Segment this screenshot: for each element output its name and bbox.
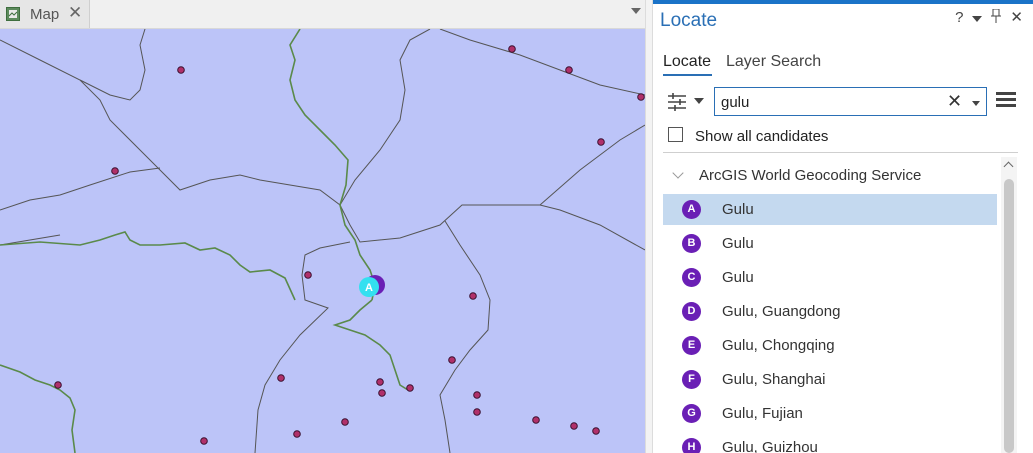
result-label: Gulu: [722, 235, 754, 252]
search-history-chevron-icon[interactable]: [972, 101, 980, 106]
result-marker-icon: B: [682, 234, 701, 253]
pane-accent-bar: [653, 0, 1033, 4]
result-marker-icon: G: [682, 404, 701, 423]
result-row[interactable]: F Gulu, Shanghai: [663, 364, 997, 395]
point-feature[interactable]: [448, 356, 456, 364]
sliders-icon[interactable]: [667, 92, 687, 112]
tab-layer-search[interactable]: Layer Search: [726, 53, 821, 71]
group-header[interactable]: ArcGIS World Geocoding Service: [663, 166, 999, 186]
tab-locate[interactable]: Locate: [663, 53, 711, 71]
result-row[interactable]: B Gulu: [663, 228, 997, 259]
point-feature[interactable]: [637, 93, 645, 101]
result-label: Gulu: [722, 269, 754, 286]
tab-overflow-chevron-icon[interactable]: [631, 8, 641, 14]
result-row[interactable]: H Gulu, Guizhou: [663, 432, 997, 453]
result-label: Gulu, Shanghai: [722, 371, 826, 388]
point-feature[interactable]: [293, 430, 301, 438]
point-feature[interactable]: [378, 389, 386, 397]
search-box: ✕: [714, 87, 987, 116]
point-feature[interactable]: [406, 384, 414, 392]
results-scrollbar[interactable]: [1001, 157, 1017, 453]
divider: [663, 152, 1018, 153]
pane-controls: ? ✕: [955, 8, 1023, 28]
pin-icon[interactable]: [991, 8, 1002, 28]
point-feature[interactable]: [111, 167, 119, 175]
result-row[interactable]: A Gulu: [663, 194, 997, 225]
point-feature[interactable]: [469, 292, 477, 300]
result-marker-icon: E: [682, 336, 701, 355]
point-feature[interactable]: [177, 66, 185, 74]
active-tab-underline: [663, 74, 712, 76]
result-label: Gulu, Guizhou: [722, 439, 818, 453]
result-row[interactable]: C Gulu: [663, 262, 997, 293]
point-feature[interactable]: [200, 437, 208, 445]
result-row[interactable]: G Gulu, Fujian: [663, 398, 997, 429]
point-feature[interactable]: [277, 374, 285, 382]
result-label: Gulu, Chongqing: [722, 337, 835, 354]
clear-search-icon[interactable]: ✕: [947, 91, 962, 112]
map-tab-label: Map: [30, 6, 60, 23]
close-icon[interactable]: ✕: [1010, 8, 1023, 28]
result-row[interactable]: D Gulu, Guangdong: [663, 296, 997, 327]
group-label: ArcGIS World Geocoding Service: [699, 167, 922, 184]
result-marker-icon: F: [682, 370, 701, 389]
chevron-down-icon[interactable]: [672, 167, 684, 179]
result-marker-icon: C: [682, 268, 701, 287]
result-label: Gulu, Fujian: [722, 405, 803, 422]
show-all-candidates-label: Show all candidates: [695, 128, 829, 145]
results-list: ArcGIS World Geocoding Service A Gulu B Gul…: [663, 157, 999, 453]
options-dropdown-chevron-icon[interactable]: [694, 98, 704, 104]
pane-title: Locate: [660, 10, 718, 31]
result-marker-icon: A: [682, 200, 701, 219]
search-input[interactable]: [721, 92, 941, 112]
point-feature[interactable]: [565, 66, 573, 74]
locate-pane: Locate ? ✕ Locate Layer Search ✕ Show al…: [653, 0, 1033, 453]
point-feature[interactable]: [376, 378, 384, 386]
pane-options-chevron-icon[interactable]: [972, 8, 983, 28]
map-tab[interactable]: Map ✕: [0, 0, 90, 28]
show-all-candidates-checkbox[interactable]: [668, 127, 683, 142]
result-label: Gulu, Guangdong: [722, 303, 841, 320]
scroll-up-chevron-icon[interactable]: [1003, 161, 1014, 172]
scrollbar-thumb[interactable]: [1004, 179, 1014, 453]
point-feature[interactable]: [570, 422, 578, 430]
point-feature[interactable]: [597, 138, 605, 146]
point-feature[interactable]: [473, 408, 481, 416]
hamburger-menu-icon[interactable]: [996, 92, 1016, 110]
point-feature[interactable]: [54, 381, 62, 389]
point-feature[interactable]: [508, 45, 516, 53]
help-icon[interactable]: ?: [955, 8, 963, 28]
point-feature[interactable]: [341, 418, 349, 426]
point-features: [54, 45, 645, 445]
result-label: Gulu: [722, 201, 754, 218]
pane-splitter[interactable]: [645, 0, 653, 453]
map-document-icon: [6, 7, 20, 21]
result-marker-icon: D: [682, 302, 701, 321]
point-feature[interactable]: [592, 427, 600, 435]
point-feature[interactable]: [304, 271, 312, 279]
result-row[interactable]: E Gulu, Chongqing: [663, 330, 997, 361]
map-tab-close-icon[interactable]: ✕: [68, 3, 82, 23]
result-marker-icon: H: [682, 438, 701, 453]
map-tab-bar: Map ✕: [0, 0, 645, 29]
point-feature[interactable]: [473, 391, 481, 399]
map-canvas[interactable]: A: [0, 29, 645, 453]
point-feature[interactable]: [532, 416, 540, 424]
